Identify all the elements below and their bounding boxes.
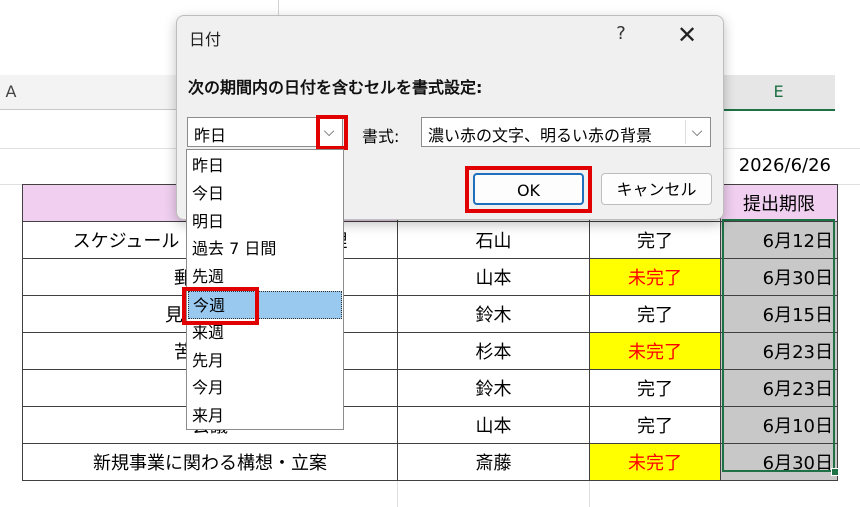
column-header-a[interactable]: A xyxy=(0,75,22,110)
date-cell[interactable]: 2026/6/26 xyxy=(722,148,835,184)
header-due[interactable]: 提出期限 xyxy=(720,184,838,222)
status-cell[interactable]: 未完了 xyxy=(589,332,721,370)
task-cell[interactable]: 新規事業に関わる構想・立案 xyxy=(22,443,398,481)
due-date-cell[interactable]: 6月12日 xyxy=(720,221,838,259)
dropdown-option[interactable]: 今日 xyxy=(188,180,342,208)
red-highlight-box xyxy=(182,287,259,325)
due-date-cell[interactable]: 6月23日 xyxy=(720,369,838,407)
status-cell[interactable]: 完了 xyxy=(589,221,721,259)
person-cell[interactable]: 鈴木 xyxy=(397,295,590,333)
chevron-down-icon[interactable]: ⌵ xyxy=(685,120,708,144)
task-text: スケジュール xyxy=(72,231,180,252)
close-icon[interactable]: ✕ xyxy=(673,22,701,48)
due-date-cell[interactable]: 6月30日 xyxy=(720,443,838,481)
status-cell[interactable]: 完了 xyxy=(589,369,721,407)
table-row: スケジュール理石山完了6月12日 xyxy=(22,221,838,259)
task-table: 業 提出期限 スケジュール理石山完了6月12日郵送物作山本未完了6月30日見積も… xyxy=(22,184,838,481)
date-period-value: 昨日 xyxy=(194,126,227,145)
table-row: 見積もり作鈴木完了6月15日 xyxy=(22,295,838,333)
table-row: 会議山本完了6月10日 xyxy=(22,406,838,444)
table-row: 苦情対応杉本未完了6月23日 xyxy=(22,332,838,370)
person-cell[interactable]: 山本 xyxy=(397,258,590,296)
format-value: 濃い赤の文字、明るい赤の背景 xyxy=(428,126,653,145)
dropdown-option[interactable]: 過去 7 日間 xyxy=(188,235,342,263)
fill-handle[interactable] xyxy=(831,468,839,476)
task-text: 新規事業に関わる構想・立案 xyxy=(93,453,327,474)
due-date-cell[interactable]: 6月30日 xyxy=(720,258,838,296)
due-date-cell[interactable]: 6月10日 xyxy=(720,406,838,444)
table-row: 郵送物作山本未完了6月30日 xyxy=(22,258,838,296)
format-select[interactable]: 濃い赤の文字、明るい赤の背景 ⌵ xyxy=(421,117,711,147)
status-cell[interactable]: 未完了 xyxy=(589,443,721,481)
status-cell[interactable]: 完了 xyxy=(589,406,721,444)
dropdown-option[interactable]: 昨日 xyxy=(188,152,342,180)
dropdown-option[interactable]: 来月 xyxy=(188,402,342,430)
dialog-prompt: 次の期間内の日付を含むセルを書式設定: xyxy=(188,78,483,97)
cancel-button[interactable]: キャンセル xyxy=(601,173,712,205)
dialog-title: 日付 xyxy=(189,30,222,49)
person-cell[interactable]: 斎藤 xyxy=(397,443,590,481)
ok-button[interactable]: OK xyxy=(473,173,584,205)
dropdown-option[interactable]: 今月 xyxy=(188,374,342,402)
format-label: 書式: xyxy=(362,127,400,146)
table-row: 新規事業に関わる構想・立案 斎藤 未完了 6月30日 xyxy=(22,443,838,481)
dropdown-option[interactable]: 先月 xyxy=(188,347,342,375)
person-cell[interactable]: 鈴木 xyxy=(397,369,590,407)
due-date-cell[interactable]: 6月15日 xyxy=(720,295,838,333)
column-header-e[interactable]: E xyxy=(722,75,835,111)
dropdown-option[interactable]: 明日 xyxy=(188,208,342,236)
table-row: 請求鈴木完了6月23日 xyxy=(22,369,838,407)
status-cell[interactable]: 未完了 xyxy=(589,258,721,296)
red-highlight-box xyxy=(316,115,348,150)
person-cell[interactable]: 杉本 xyxy=(397,332,590,370)
help-button[interactable]: ? xyxy=(609,22,633,46)
person-cell[interactable]: 石山 xyxy=(397,221,590,259)
person-cell[interactable]: 山本 xyxy=(397,406,590,444)
due-date-cell[interactable]: 6月23日 xyxy=(720,332,838,370)
status-cell[interactable]: 完了 xyxy=(589,295,721,333)
